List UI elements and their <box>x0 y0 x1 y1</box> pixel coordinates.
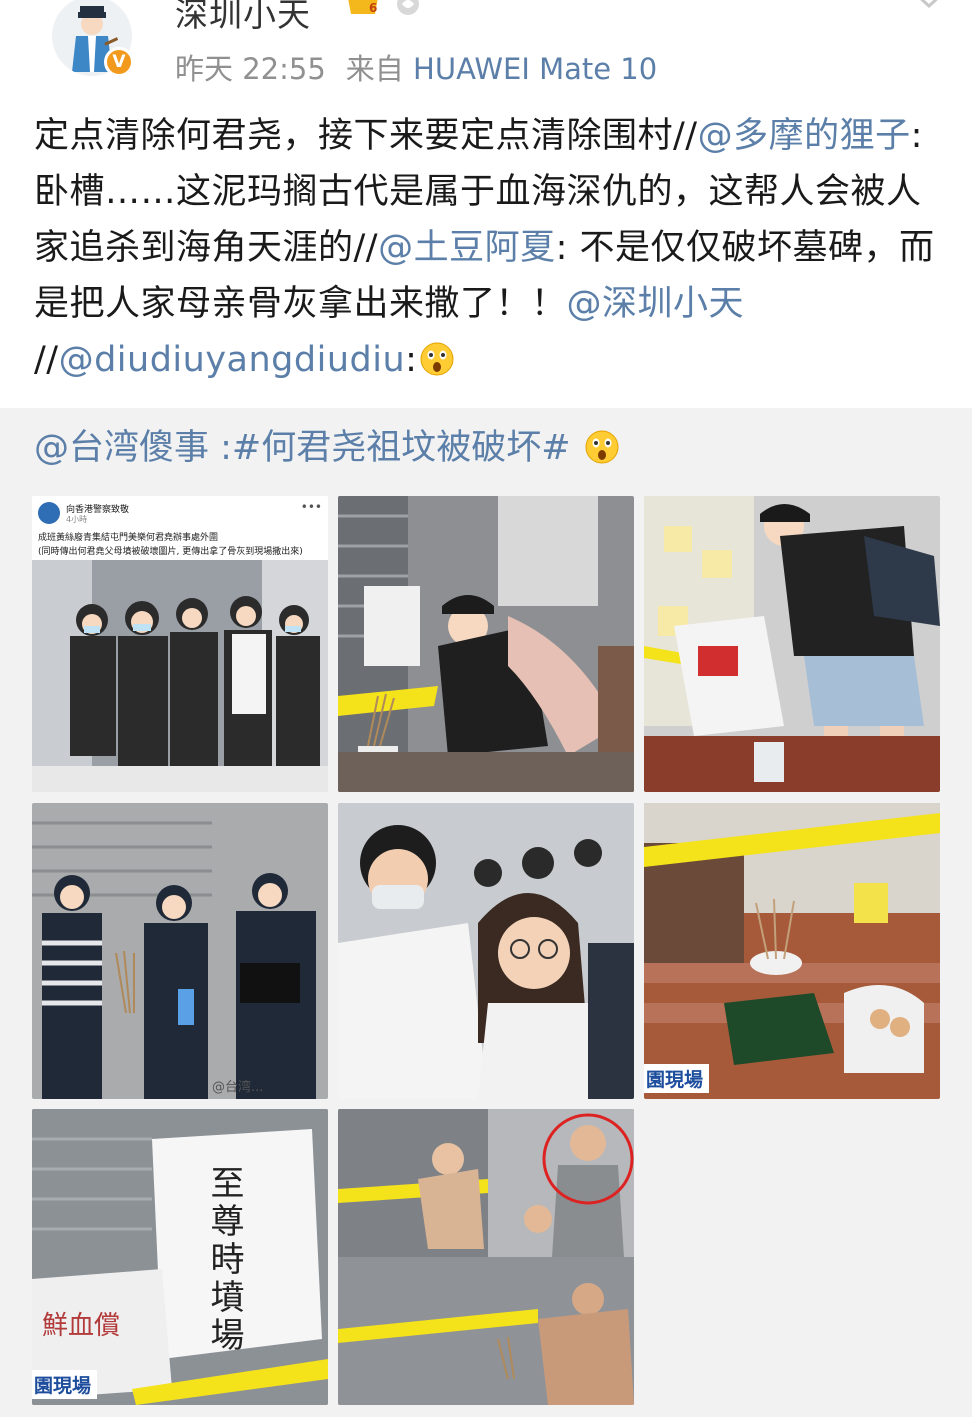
watermark-text: @台湾... <box>212 1079 263 1095</box>
news-header: 向香港警察致敬 4小時 ••• 成班黃絲廢青集結屯門美樂何君堯辦事處外圍 (同時… <box>38 500 322 560</box>
member-icon <box>397 0 419 15</box>
incense-on-steps-image <box>644 803 940 1099</box>
repost-text: @台湾傻事 :#何君尧祖坟被破坏# <box>34 420 620 476</box>
surprised-face-icon <box>420 342 454 376</box>
note-text: 鮮血償 <box>42 1311 121 1341</box>
vip-level-number: 6 <box>369 1 377 15</box>
verified-badge: V <box>104 47 134 77</box>
post-text: 定点清除何君尧，接下来要定点清除围村//@多摩的狸子:卧槽……这泥玛搁古代是属于… <box>34 108 949 388</box>
masked-crowd-image <box>338 803 634 1099</box>
mention-link[interactable]: @土豆阿夏 <box>378 228 556 268</box>
news-caption-tag: 園現場 <box>644 1064 710 1093</box>
post-segment: 定点清除何君尧，接下来要定点清除围村// <box>34 116 698 156</box>
post-header: V 深圳小天 6 昨天 22:55 来自 HUAWEI Mate 10 <box>0 0 972 100</box>
news-subline: (同時傳出何君堯父母墳被破壞圖片, 更傳出拿了骨灰到現場撒出來) <box>38 547 303 557</box>
post-segment: // <box>34 340 59 380</box>
crowd-scene-image <box>32 560 328 792</box>
photo-woman-with-bag[interactable] <box>644 496 940 792</box>
photo-news-screenshot[interactable]: 向香港警察致敬 4小時 ••• 成班黃絲廢青集結屯門美樂何君堯辦事處外圍 (同時… <box>32 496 328 792</box>
photo-crowd-with-incense[interactable]: @台湾... <box>32 803 328 1099</box>
chevron-down-icon[interactable] <box>914 0 944 12</box>
mention-link[interactable]: @多摩的狸子 <box>698 116 911 156</box>
timestamp: 昨天 22:55 <box>175 52 326 86</box>
photo-incense-on-steps[interactable]: 園現場 <box>644 803 940 1099</box>
device-name[interactable]: HUAWEI Mate 10 <box>413 52 657 86</box>
surprised-face-icon <box>585 430 619 464</box>
photo-woman-placing-incense[interactable] <box>338 496 634 792</box>
sign-text: 至尊時墳場 <box>204 1165 244 1355</box>
post-meta: 昨天 22:55 来自 HUAWEI Mate 10 <box>175 46 657 88</box>
mention-link[interactable]: @diudiuyangdiudiu <box>59 340 406 380</box>
page-logo-icon <box>38 502 60 524</box>
handwritten-sign-image <box>32 1109 328 1405</box>
collage-scene-image <box>338 1109 634 1405</box>
news-headline: 成班黃絲廢青集結屯門美樂何君堯辦事處外圍 <box>38 533 219 543</box>
crowd-with-incense-image: @台湾... <box>32 803 328 1099</box>
photo-masked-crowd[interactable] <box>338 803 634 1099</box>
username[interactable]: 深圳小天 <box>175 0 311 36</box>
mention-link[interactable]: @深圳小天 <box>567 284 745 324</box>
repost-caption[interactable]: @台湾傻事 :#何君尧祖坟被破坏# <box>34 428 582 468</box>
photo-collage-scene[interactable] <box>338 1109 634 1405</box>
more-options-icon: ••• <box>300 500 322 514</box>
source-prefix: 来自 <box>345 52 404 86</box>
post-segment: : <box>405 340 418 380</box>
news-time: 4小時 <box>66 515 88 524</box>
woman-with-bag-image <box>644 496 940 792</box>
photo-handwritten-sign[interactable]: 至尊時墳場 鮮血償 園現場 <box>32 1109 328 1405</box>
woman-placing-incense-image <box>338 496 634 792</box>
vip-level-icon: 6 <box>348 0 378 15</box>
news-caption-tag: 園現場 <box>32 1370 98 1399</box>
